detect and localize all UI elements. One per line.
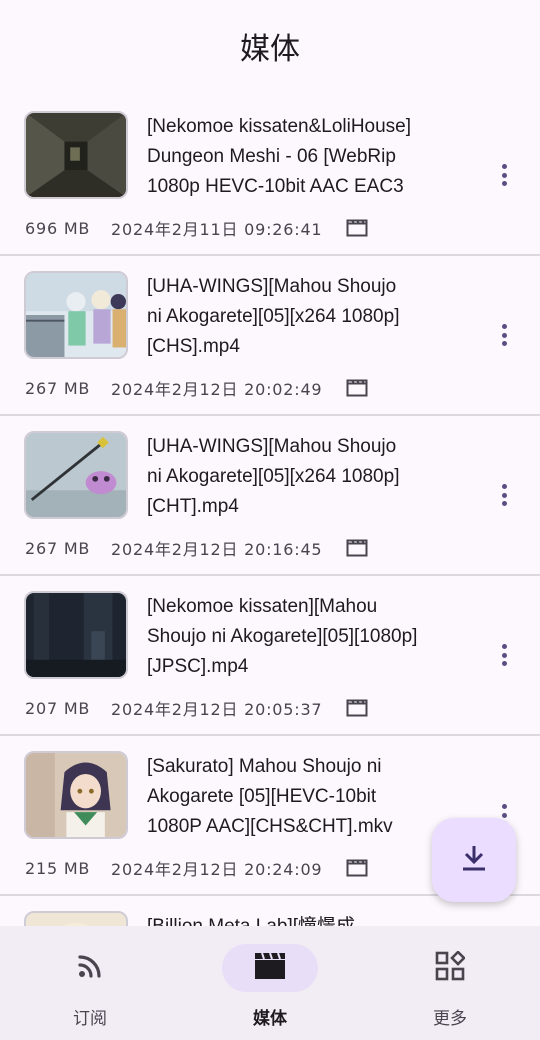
bottom-navigation: 订阅 媒体 更多 <box>0 926 540 1040</box>
nav-item-subscriptions[interactable]: 订阅 <box>0 926 180 1040</box>
nav-item-more[interactable]: 更多 <box>360 926 540 1040</box>
media-item[interactable]: [Nekomoe kissaten][Mahou Shoujo ni Akoga… <box>0 576 540 736</box>
file-date: 2024年2月12日 20:16:45 <box>111 540 323 559</box>
nav-label: 媒体 <box>253 1009 287 1029</box>
nav-pill <box>42 944 138 992</box>
more-options-icon[interactable] <box>494 642 514 668</box>
nav-pill <box>222 944 318 992</box>
more-options-icon[interactable] <box>494 322 514 348</box>
thumbnail <box>24 591 128 679</box>
media-title: [Nekomoe kissaten&LoliHouse] Dungeon Mes… <box>147 116 412 197</box>
media-item[interactable]: [UHA-WINGS][Mahou Shoujo ni Akogarete][0… <box>0 256 540 416</box>
grid-apps-icon <box>435 950 466 985</box>
thumbnail <box>24 751 128 839</box>
file-date: 2024年2月12日 20:02:49 <box>111 380 323 399</box>
nav-label: 订阅 <box>73 1009 107 1029</box>
video-file-icon <box>346 219 368 237</box>
rss-feed-icon <box>76 952 104 984</box>
nav-item-media[interactable]: 媒体 <box>180 926 360 1040</box>
more-options-icon[interactable] <box>494 162 514 188</box>
video-file-icon <box>346 699 368 717</box>
thumbnail <box>24 111 128 199</box>
page-title: 媒体 <box>240 32 300 67</box>
video-file-icon <box>346 379 368 397</box>
media-title: [Billion Meta Lab][憧憬成 <box>147 912 467 926</box>
clapperboard-icon <box>254 952 286 984</box>
file-size: 215 MB <box>25 858 91 878</box>
media-list[interactable]: [Nekomoe kissaten&LoliHouse] Dungeon Mes… <box>0 96 540 926</box>
media-title: [Nekomoe kissaten][Mahou Shoujo ni Akoga… <box>147 596 418 677</box>
media-title: [UHA-WINGS][Mahou Shoujo ni Akogarete][0… <box>147 436 400 517</box>
video-file-icon <box>346 859 368 877</box>
file-date: 2024年2月12日 20:24:09 <box>111 860 323 879</box>
nav-pill <box>402 944 498 992</box>
download-icon <box>460 843 488 877</box>
file-date: 2024年2月12日 20:05:37 <box>111 700 323 719</box>
thumbnail <box>24 431 128 519</box>
thumbnail <box>24 911 128 926</box>
video-file-icon <box>346 539 368 557</box>
nav-label: 更多 <box>433 1009 467 1029</box>
file-date: 2024年2月11日 09:26:41 <box>111 220 323 239</box>
media-title: [UHA-WINGS][Mahou Shoujo ni Akogarete][0… <box>147 276 400 357</box>
file-size: 267 MB <box>25 538 91 558</box>
more-options-icon[interactable] <box>494 482 514 508</box>
media-title: [Sakurato] Mahou Shoujo ni Akogarete [05… <box>147 756 393 837</box>
media-item[interactable]: [UHA-WINGS][Mahou Shoujo ni Akogarete][0… <box>0 416 540 576</box>
thumbnail <box>24 271 128 359</box>
file-size: 696 MB <box>25 218 91 238</box>
download-button[interactable] <box>432 818 516 902</box>
file-size: 207 MB <box>25 698 91 718</box>
media-item[interactable]: [Nekomoe kissaten&LoliHouse] Dungeon Mes… <box>0 96 540 256</box>
file-size: 267 MB <box>25 378 91 398</box>
